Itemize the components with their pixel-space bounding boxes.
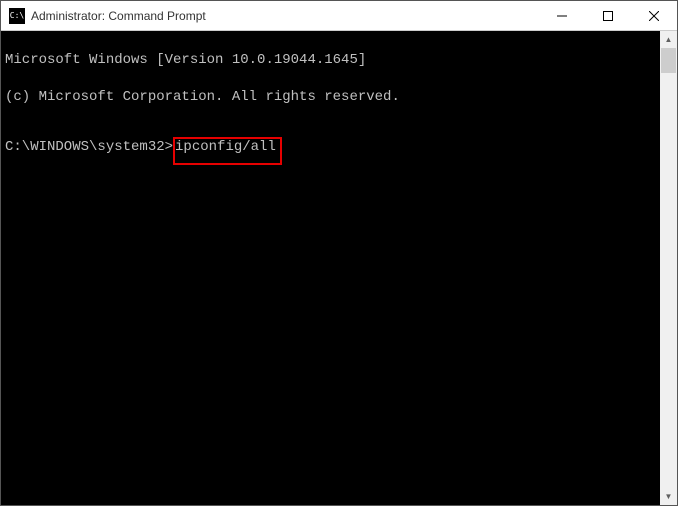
close-icon (649, 11, 659, 21)
prompt-text: C:\WINDOWS\system32> (5, 139, 173, 155)
window-titlebar: C:\ Administrator: Command Prompt (1, 1, 677, 31)
scroll-up-arrow-icon[interactable]: ▲ (660, 31, 677, 48)
maximize-icon (603, 11, 613, 21)
vertical-scrollbar[interactable]: ▲ ▼ (660, 31, 677, 505)
app-icon: C:\ (9, 8, 25, 24)
command-highlight: ipconfig/all (173, 137, 282, 165)
terminal-output[interactable]: Microsoft Windows [Version 10.0.19044.16… (1, 31, 660, 505)
output-line: Microsoft Windows [Version 10.0.19044.16… (5, 51, 656, 69)
minimize-button[interactable] (539, 1, 585, 30)
window-controls (539, 1, 677, 30)
minimize-icon (557, 11, 567, 21)
window-title: Administrator: Command Prompt (31, 9, 539, 23)
terminal-container: Microsoft Windows [Version 10.0.19044.16… (1, 31, 677, 505)
prompt-line: C:\WINDOWS\system32>ipconfig/all (5, 138, 656, 156)
scroll-down-arrow-icon[interactable]: ▼ (660, 488, 677, 505)
output-line: (c) Microsoft Corporation. All rights re… (5, 88, 656, 106)
app-icon-glyph: C:\ (10, 11, 24, 20)
close-button[interactable] (631, 1, 677, 30)
command-text: ipconfig/all (175, 139, 276, 155)
scrollbar-thumb[interactable] (661, 48, 676, 73)
maximize-button[interactable] (585, 1, 631, 30)
